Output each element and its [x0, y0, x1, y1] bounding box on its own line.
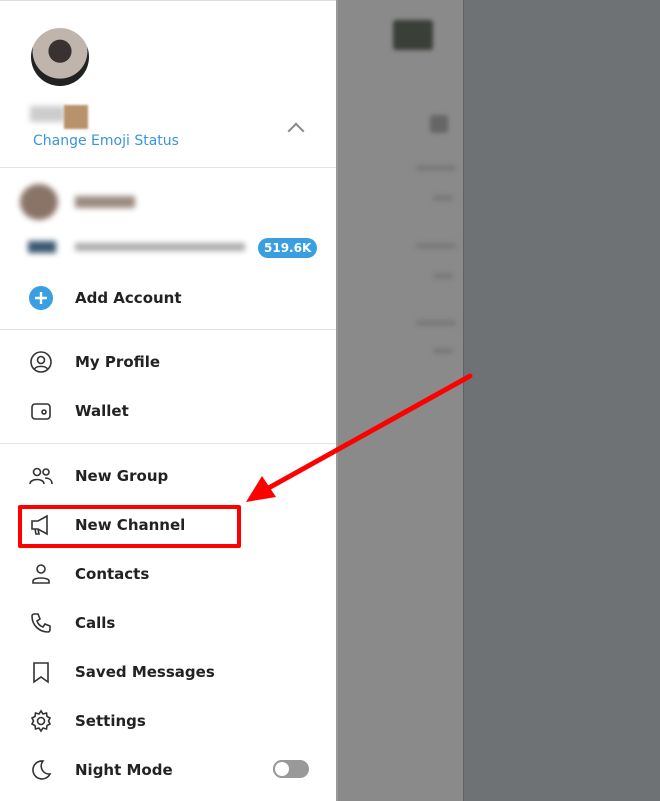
annotation-arrow [246, 373, 473, 502]
